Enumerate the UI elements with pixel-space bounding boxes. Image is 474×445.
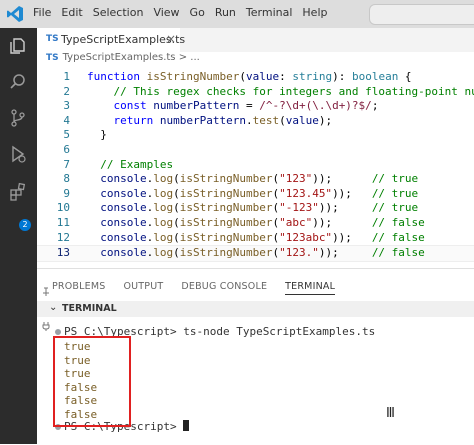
extensions-badge: 2 bbox=[19, 219, 31, 231]
code-line[interactable]: 4 return numberPattern.test(value); bbox=[37, 114, 474, 129]
explorer-icon[interactable] bbox=[8, 36, 28, 56]
breadcrumb-trail[interactable]: > ... bbox=[179, 52, 200, 63]
menu-bar: File Edit Selection View Go Run Terminal… bbox=[33, 6, 337, 19]
terminal-section-header[interactable]: ⌄ TERMINAL bbox=[37, 301, 474, 317]
vscode-logo-icon[interactable] bbox=[6, 5, 24, 23]
code-line[interactable]: 8 console.log(isStringNumber("123")); //… bbox=[37, 172, 474, 187]
menu-help[interactable]: Help bbox=[302, 6, 327, 19]
pin-icon[interactable] bbox=[41, 287, 51, 297]
breadcrumb: TS TypeScriptExamples.ts > ... bbox=[46, 52, 200, 68]
code-text: function isStringNumber(value: string): … bbox=[87, 70, 412, 83]
extensions-icon[interactable] bbox=[8, 182, 28, 202]
code-text: } bbox=[87, 128, 107, 142]
code-line[interactable]: 11 console.log(isStringNumber("abc")); /… bbox=[37, 216, 474, 231]
menu-run[interactable]: Run bbox=[215, 6, 236, 19]
typescript-file-icon: TS bbox=[46, 34, 59, 44]
text-cursor-icon: Ⅲ bbox=[386, 406, 395, 421]
code-text: // Examples bbox=[100, 157, 174, 171]
line-number: 7 bbox=[63, 157, 70, 171]
code-line[interactable]: 13 console.log(isStringNumber("123.")); … bbox=[37, 245, 474, 262]
code-line[interactable]: 9 console.log(isStringNumber("123.45"));… bbox=[37, 187, 474, 202]
command-center[interactable] bbox=[369, 4, 474, 25]
line-number: 12 bbox=[56, 230, 70, 244]
panel-tabs: PROBLEMS OUTPUT DEBUG CONSOLE TERMINAL bbox=[52, 281, 353, 295]
code-line[interactable]: 5 } bbox=[37, 128, 474, 143]
tab-debug-console[interactable]: DEBUG CONSOLE bbox=[181, 281, 267, 295]
line-number: 2 bbox=[63, 84, 70, 98]
line-number: 1 bbox=[63, 70, 70, 83]
chevron-down-icon[interactable]: ⌄ bbox=[49, 302, 57, 313]
code-line[interactable]: 2 // This regex checks for integers and … bbox=[37, 85, 474, 100]
code-text: console.log(isStringNumber("-123")); // … bbox=[100, 201, 419, 215]
tab-typescript-examples[interactable]: TS TypeScriptExamples.ts × bbox=[37, 28, 185, 52]
breadcrumb-file[interactable]: TypeScriptExamples.ts bbox=[63, 52, 176, 63]
plug-icon[interactable] bbox=[41, 321, 51, 331]
code-text: console.log(isStringNumber("123abc")); /… bbox=[100, 230, 425, 244]
tab-terminal[interactable]: TERMINAL bbox=[285, 281, 336, 295]
line-number: 6 bbox=[63, 143, 70, 156]
code-text: console.log(isStringNumber("abc")); // f… bbox=[100, 216, 425, 229]
line-number: 4 bbox=[63, 113, 70, 127]
line-number: 9 bbox=[63, 186, 70, 200]
tab-problems[interactable]: PROBLEMS bbox=[52, 281, 105, 295]
terminal-section-label: TERMINAL bbox=[62, 303, 117, 314]
menu-view[interactable]: View bbox=[153, 6, 179, 19]
menu-selection[interactable]: Selection bbox=[93, 6, 144, 19]
code-line[interactable]: 3 const numberPattern = /^-?\d+(\.\d+)?$… bbox=[37, 99, 474, 114]
menu-edit[interactable]: Edit bbox=[61, 6, 82, 19]
command-status-icon[interactable] bbox=[55, 329, 61, 335]
code-text: // This regex checks for integers and fl… bbox=[113, 84, 474, 98]
line-number: 11 bbox=[56, 216, 70, 229]
title-bar: File Edit Selection View Go Run Terminal… bbox=[0, 0, 474, 28]
code-text: console.log(isStringNumber("123")); // t… bbox=[100, 172, 419, 186]
typescript-file-icon: TS bbox=[46, 53, 59, 63]
code-line[interactable]: 10 console.log(isStringNumber("-123")); … bbox=[37, 201, 474, 216]
code-line[interactable]: 1 function isStringNumber(value: string):… bbox=[37, 70, 474, 85]
run-debug-icon[interactable] bbox=[8, 144, 28, 164]
editor-tab-bar: TS TypeScriptExamples.ts × bbox=[37, 28, 474, 52]
code-line[interactable]: 6 bbox=[37, 143, 474, 158]
code-text: const numberPattern = /^-?\d+(\.\d+)?$/; bbox=[113, 99, 379, 113]
code-text: console.log(isStringNumber("123.")); // … bbox=[100, 246, 425, 260]
code-editor[interactable]: 1 function isStringNumber(value: string):… bbox=[37, 68, 474, 268]
line-number: 8 bbox=[63, 172, 70, 186]
tab-output[interactable]: OUTPUT bbox=[123, 281, 163, 295]
activity-bar: 2 bbox=[0, 28, 37, 444]
code-line[interactable]: 7 // Examples bbox=[37, 158, 474, 173]
code-line[interactable]: 12 console.log(isStringNumber("123abc"))… bbox=[37, 231, 474, 246]
search-icon[interactable] bbox=[8, 72, 28, 92]
line-number: 13 bbox=[56, 246, 70, 260]
line-number: 5 bbox=[63, 128, 70, 142]
close-icon[interactable]: × bbox=[166, 32, 176, 46]
menu-go[interactable]: Go bbox=[190, 6, 205, 19]
highlight-box bbox=[53, 336, 131, 427]
source-control-icon[interactable] bbox=[8, 108, 28, 128]
menu-terminal[interactable]: Terminal bbox=[246, 6, 293, 19]
code-text: console.log(isStringNumber("123.45")); /… bbox=[100, 186, 419, 200]
line-number: 3 bbox=[63, 99, 70, 113]
code-text: return numberPattern.test(value); bbox=[113, 113, 333, 127]
line-number: 10 bbox=[56, 201, 70, 215]
menu-file[interactable]: File bbox=[33, 6, 51, 19]
